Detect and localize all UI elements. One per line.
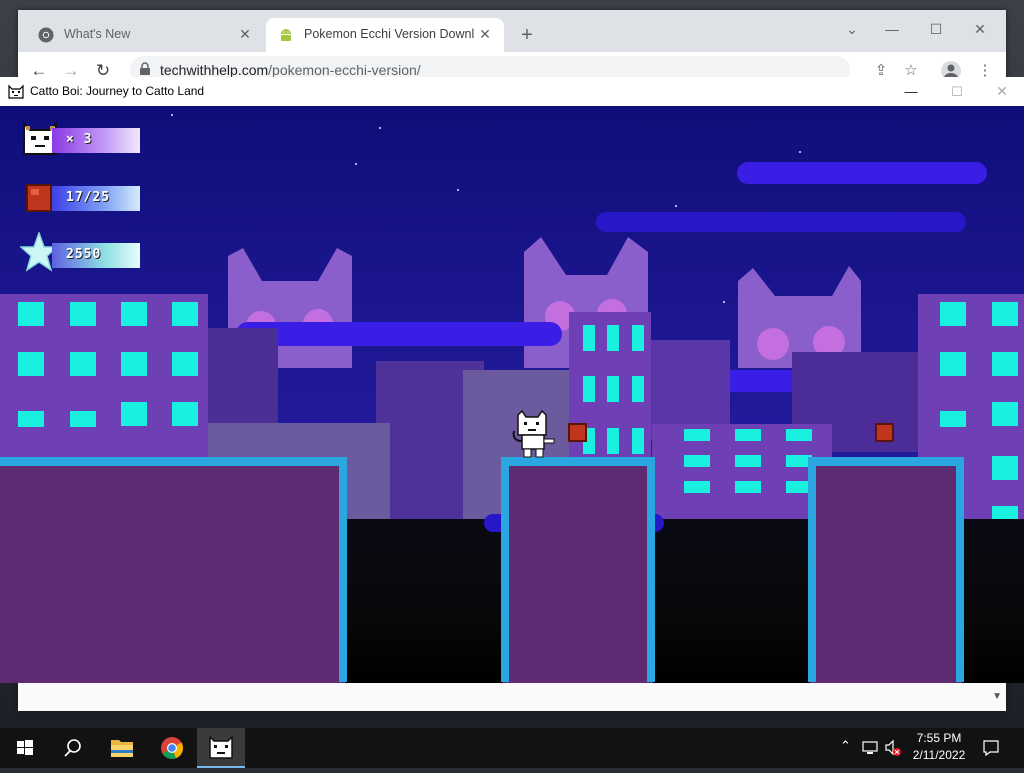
cat-app-icon: [209, 735, 233, 759]
lives-value: × 3: [66, 132, 93, 147]
volume-muted-icon[interactable]: [884, 739, 902, 757]
clock-time[interactable]: 7:55 PM: [910, 731, 968, 745]
chrome-favicon-icon: [38, 27, 54, 43]
cat-app-icon: [8, 84, 24, 99]
file-explorer-button[interactable]: [98, 728, 146, 768]
score-counter: 2550: [52, 243, 140, 268]
url-path: /pokemon-ecchi-version/: [268, 62, 421, 78]
tab-close-icon[interactable]: ✕: [476, 25, 494, 43]
url-text: techwithhelp.com/pokemon-ecchi-version/: [160, 62, 421, 78]
collectible-value: 17/25: [66, 190, 111, 205]
chrome-icon: [161, 737, 184, 760]
lives-counter: × 3: [52, 128, 140, 153]
close-window-button[interactable]: ✕: [958, 16, 1002, 42]
maximize-button[interactable]: ☐: [934, 77, 980, 106]
search-icon: [64, 739, 81, 757]
search-button[interactable]: [48, 728, 96, 768]
collectible-counter: 17/25: [52, 186, 140, 211]
game-scene: × 3 17/25 2550: [0, 106, 1024, 683]
tab-whats-new[interactable]: What's New ✕: [26, 18, 264, 52]
notification-icon[interactable]: [982, 739, 1000, 757]
network-icon[interactable]: [862, 740, 878, 756]
windows-logo-icon: [17, 740, 33, 755]
clock-date[interactable]: 2/11/2022: [910, 748, 968, 762]
catto-game-taskbar-button[interactable]: [197, 728, 245, 768]
page-bottom-area: ▼: [18, 682, 1006, 711]
tab-pokemon-ecchi[interactable]: Pokemon Ecchi Version Downloa ✕: [266, 18, 504, 52]
minimize-button[interactable]: —: [888, 77, 934, 106]
lock-icon: [140, 62, 150, 75]
tab-title: Pokemon Ecchi Version Downloa: [304, 27, 474, 41]
game-window-title: Catto Boi: Journey to Catto Land: [30, 84, 205, 98]
score-value: 2550: [66, 247, 102, 262]
game-window: Catto Boi: Journey to Catto Land — ☐ ✕ ×…: [0, 77, 1024, 683]
taskbar: ⌃ 7:55 PM 2/11/2022: [0, 728, 1024, 768]
tab-close-icon[interactable]: ✕: [236, 25, 254, 43]
close-window-button[interactable]: ✕: [980, 77, 1024, 106]
maximize-button[interactable]: ☐: [914, 16, 958, 42]
folder-icon: [111, 740, 133, 757]
tab-search-chevron-icon[interactable]: ⌄: [830, 16, 874, 42]
start-button[interactable]: [0, 728, 48, 768]
new-tab-button[interactable]: +: [516, 24, 538, 46]
scroll-down-icon[interactable]: ▼: [992, 691, 1002, 702]
chevron-up-icon[interactable]: ⌃: [840, 738, 851, 754]
chrome-taskbar-button[interactable]: [148, 728, 196, 768]
system-tray: ⌃ 7:55 PM 2/11/2022: [836, 728, 1024, 768]
android-favicon-icon: [281, 29, 291, 41]
tab-strip: What's New ✕ Pokemon Ecchi Version Downl…: [18, 10, 1006, 52]
tab-title: What's New: [64, 27, 131, 41]
url-host: techwithhelp.com: [160, 62, 269, 78]
game-titlebar: Catto Boi: Journey to Catto Land — ☐ ✕: [0, 77, 1024, 106]
minimize-button[interactable]: —: [870, 16, 914, 42]
game-scene-art: [0, 114, 1024, 683]
brick-collectible-icon: [26, 184, 52, 212]
